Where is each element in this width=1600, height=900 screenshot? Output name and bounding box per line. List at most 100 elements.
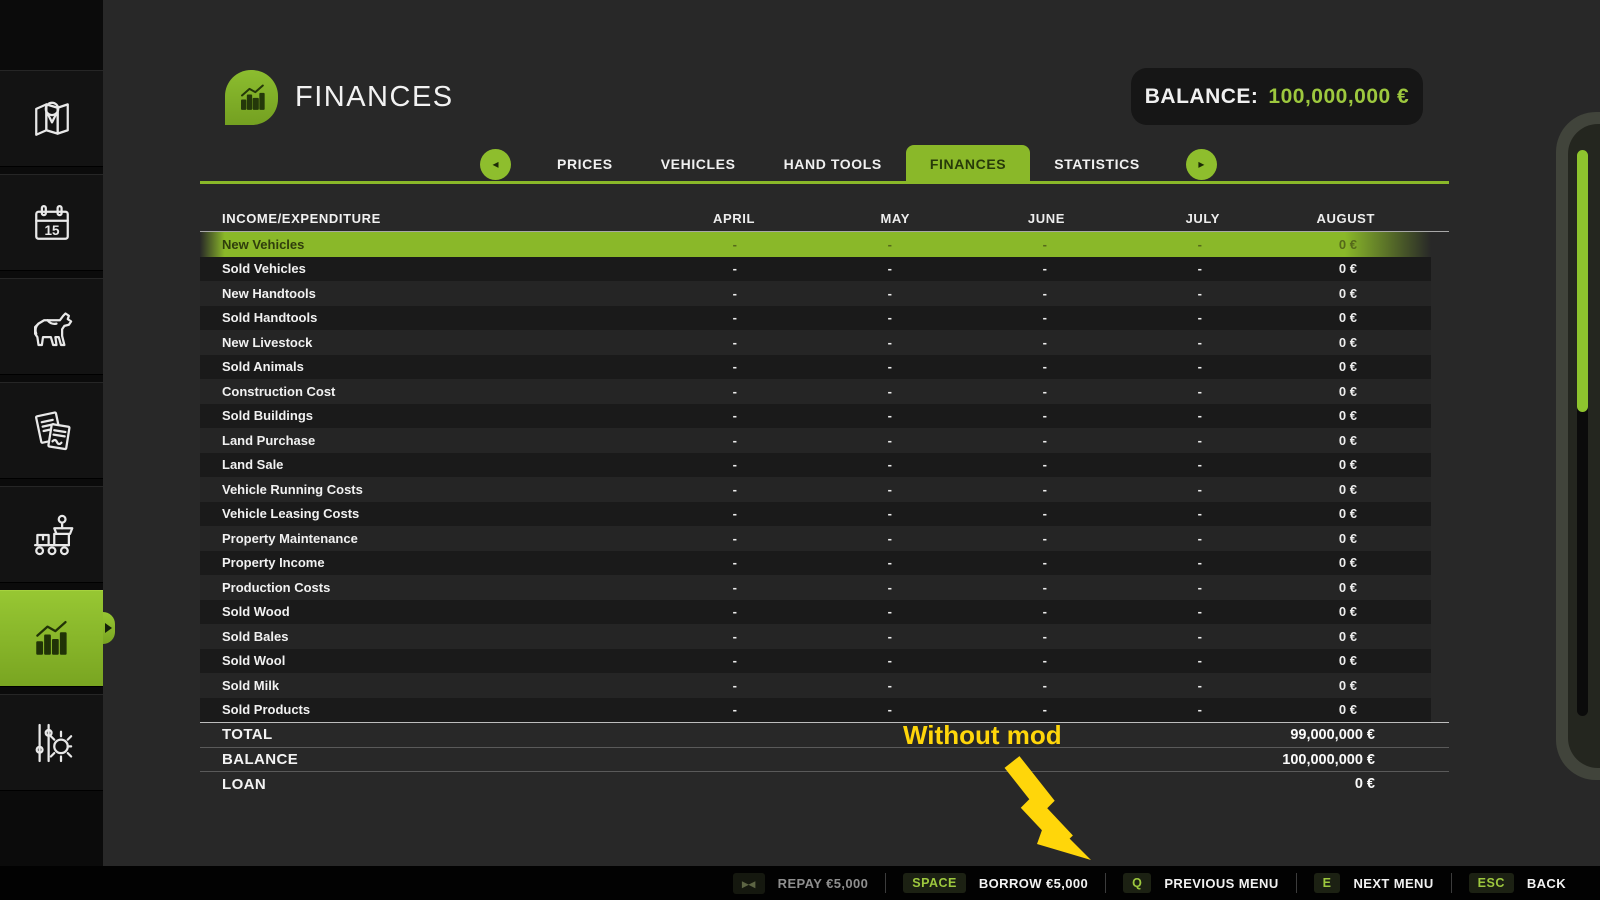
tab-statistics[interactable]: STATISTICS bbox=[1030, 145, 1164, 183]
table-row[interactable]: Sold Bales----0 € bbox=[200, 624, 1431, 649]
table-row[interactable]: Construction Cost----0 € bbox=[200, 379, 1431, 404]
table-row[interactable]: Vehicle Running Costs----0 € bbox=[200, 477, 1431, 502]
table-row[interactable]: Sold Animals----0 € bbox=[200, 355, 1431, 380]
row-value: - bbox=[1047, 408, 1202, 423]
row-value: - bbox=[582, 506, 737, 521]
row-value: - bbox=[892, 310, 1047, 325]
table-row[interactable]: New Livestock----0 € bbox=[200, 330, 1431, 355]
row-value: - bbox=[582, 604, 737, 619]
row-value: - bbox=[737, 555, 892, 570]
row-value: 0 € bbox=[1202, 433, 1357, 448]
row-value: - bbox=[582, 457, 737, 472]
table-row[interactable]: Sold Products----0 € bbox=[200, 698, 1431, 723]
sidebar-item-production[interactable] bbox=[0, 486, 103, 583]
sidebar-item-map[interactable] bbox=[0, 70, 103, 167]
table-row[interactable]: New Vehicles----0 € bbox=[200, 232, 1431, 257]
row-value: 0 € bbox=[1202, 359, 1357, 374]
row-value: - bbox=[582, 433, 737, 448]
tab-hand-tools[interactable]: HAND TOOLS bbox=[760, 145, 906, 183]
annotation-text: Without mod bbox=[903, 720, 1062, 751]
scrollbar-thumb[interactable] bbox=[1577, 150, 1588, 412]
separator bbox=[1105, 873, 1106, 893]
action-label: REPAY €5,000 bbox=[778, 876, 869, 891]
row-value: 0 € bbox=[1202, 457, 1357, 472]
action-label: NEXT MENU bbox=[1353, 876, 1433, 891]
row-value: - bbox=[737, 433, 892, 448]
hotkey-action-back[interactable]: ESC BACK bbox=[1469, 873, 1566, 893]
row-value: 0 € bbox=[1202, 604, 1357, 619]
table-row[interactable]: Sold Wood----0 € bbox=[200, 600, 1431, 625]
separator bbox=[1451, 873, 1452, 893]
table-row[interactable]: New Handtools----0 € bbox=[200, 281, 1431, 306]
hotkey-action-borrow[interactable]: SPACEBORROW €5,000 bbox=[903, 873, 1088, 893]
summary-row-balance: BALANCE100,000,000 € bbox=[200, 747, 1449, 772]
tab-vehicles[interactable]: VEHICLES bbox=[637, 145, 760, 183]
table-row[interactable]: Sold Buildings----0 € bbox=[200, 404, 1431, 429]
table-row[interactable]: Sold Milk----0 € bbox=[200, 673, 1431, 698]
row-label: Vehicle Running Costs bbox=[200, 482, 582, 497]
row-value: - bbox=[1047, 359, 1202, 374]
sidebar-item-finances[interactable] bbox=[0, 590, 103, 687]
row-value: 0 € bbox=[1202, 310, 1357, 325]
tab-finances[interactable]: FINANCES bbox=[906, 145, 1030, 183]
row-value: - bbox=[737, 335, 892, 350]
row-value: - bbox=[892, 384, 1047, 399]
row-value: - bbox=[737, 286, 892, 301]
table-row[interactable]: Property Income----0 € bbox=[200, 551, 1431, 576]
row-value: - bbox=[737, 310, 892, 325]
table-row[interactable]: Sold Wool----0 € bbox=[200, 649, 1431, 674]
row-label: Sold Wool bbox=[200, 653, 582, 668]
row-value: - bbox=[1047, 580, 1202, 595]
row-value: - bbox=[582, 653, 737, 668]
row-label: New Vehicles bbox=[200, 237, 582, 252]
row-value: 0 € bbox=[1202, 531, 1357, 546]
hotkey-action-previous-menu[interactable]: QPREVIOUS MENU bbox=[1123, 873, 1279, 893]
table-row[interactable]: Sold Handtools----0 € bbox=[200, 306, 1431, 331]
finances-screen: 15 FINANCES BALANCE: 100,000,000 € ◂ PRI… bbox=[0, 0, 1600, 900]
sidebar-item-settings[interactable] bbox=[0, 694, 103, 791]
hotkey-action-next-menu[interactable]: ENEXT MENU bbox=[1314, 873, 1434, 893]
row-value: 0 € bbox=[1202, 384, 1357, 399]
key-badge-back: ESC bbox=[1469, 873, 1514, 893]
row-label: Vehicle Leasing Costs bbox=[200, 506, 582, 521]
row-label: Sold Products bbox=[200, 702, 582, 717]
sidebar-item-animals[interactable] bbox=[0, 278, 103, 375]
row-value: - bbox=[582, 702, 737, 717]
summary-value: 0 € bbox=[526, 776, 1375, 792]
row-value: - bbox=[892, 580, 1047, 595]
sidebar-item-contracts[interactable] bbox=[0, 382, 103, 479]
action-label: BACK bbox=[1527, 876, 1566, 891]
table-row[interactable]: Vehicle Leasing Costs----0 € bbox=[200, 502, 1431, 527]
row-value: - bbox=[582, 555, 737, 570]
row-value: - bbox=[892, 286, 1047, 301]
row-value: 0 € bbox=[1202, 482, 1357, 497]
calendar-icon: 15 bbox=[25, 196, 79, 250]
table-row[interactable]: Production Costs----0 € bbox=[200, 575, 1431, 600]
tabs-prev-arrow-icon[interactable]: ◂ bbox=[480, 149, 511, 180]
tab-prices[interactable]: PRICES bbox=[533, 145, 637, 183]
row-value: - bbox=[1047, 335, 1202, 350]
finances-chart-icon bbox=[25, 612, 79, 666]
row-value: - bbox=[1047, 237, 1202, 252]
row-value: 0 € bbox=[1202, 653, 1357, 668]
table-row[interactable]: Sold Vehicles----0 € bbox=[200, 257, 1431, 282]
sidebar-item-calendar[interactable]: 15 bbox=[0, 174, 103, 271]
table-row[interactable]: Land Sale----0 € bbox=[200, 453, 1431, 478]
row-value: 0 € bbox=[1202, 237, 1357, 252]
cow-icon bbox=[25, 300, 79, 354]
row-value: - bbox=[737, 678, 892, 693]
row-value: - bbox=[582, 261, 737, 276]
row-label: Production Costs bbox=[200, 580, 582, 595]
row-value: - bbox=[737, 604, 892, 619]
row-value: - bbox=[892, 629, 1047, 644]
key-badge-repay: ▸◂ bbox=[733, 873, 765, 894]
tabs-next-arrow-icon[interactable]: ▸ bbox=[1186, 149, 1217, 180]
table-row[interactable]: Property Maintenance----0 € bbox=[200, 526, 1431, 551]
row-value: - bbox=[1047, 678, 1202, 693]
row-label: Property Maintenance bbox=[200, 531, 582, 546]
row-label: Sold Wood bbox=[200, 604, 582, 619]
scrollbar-track[interactable] bbox=[1577, 150, 1588, 716]
row-label: Sold Animals bbox=[200, 359, 582, 374]
table-row[interactable]: Land Purchase----0 € bbox=[200, 428, 1431, 453]
row-value: - bbox=[582, 408, 737, 423]
